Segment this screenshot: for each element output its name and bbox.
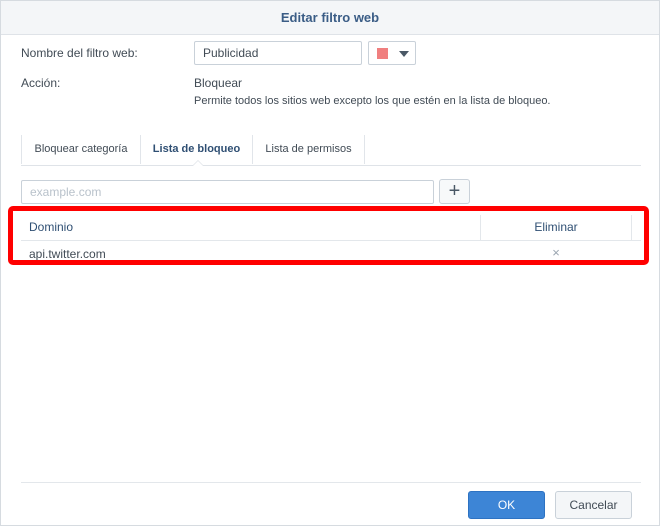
tab-allow-list[interactable]: Lista de permisos — [252, 135, 365, 164]
plus-icon: + — [448, 180, 461, 202]
dialog-title: Editar filtro web — [1, 1, 659, 35]
tab-bar: Bloquear categoría Lista de bloqueo List… — [21, 135, 641, 166]
domain-input[interactable] — [21, 180, 434, 204]
action-label: Acción: — [21, 76, 61, 90]
filter-name-input[interactable]: Publicidad — [194, 41, 362, 65]
action-value: Bloquear — [194, 76, 243, 90]
tab-block-category[interactable]: Bloquear categoría — [21, 135, 140, 164]
footer-divider — [21, 482, 641, 483]
cancel-button[interactable]: Cancelar — [555, 491, 632, 519]
filter-name-label: Nombre del filtro web: — [21, 46, 138, 60]
add-domain-button[interactable]: + — [439, 179, 470, 204]
active-tab-indicator-inner — [193, 161, 203, 166]
highlight-annotation — [8, 206, 649, 265]
color-swatch — [377, 48, 388, 59]
caret-down-icon — [399, 51, 409, 57]
color-picker[interactable] — [368, 41, 416, 65]
ok-button[interactable]: OK — [468, 491, 545, 519]
edit-web-filter-dialog: Editar filtro web Nombre del filtro web:… — [0, 0, 660, 526]
action-description: Permite todos los sitios web excepto los… — [194, 95, 551, 107]
